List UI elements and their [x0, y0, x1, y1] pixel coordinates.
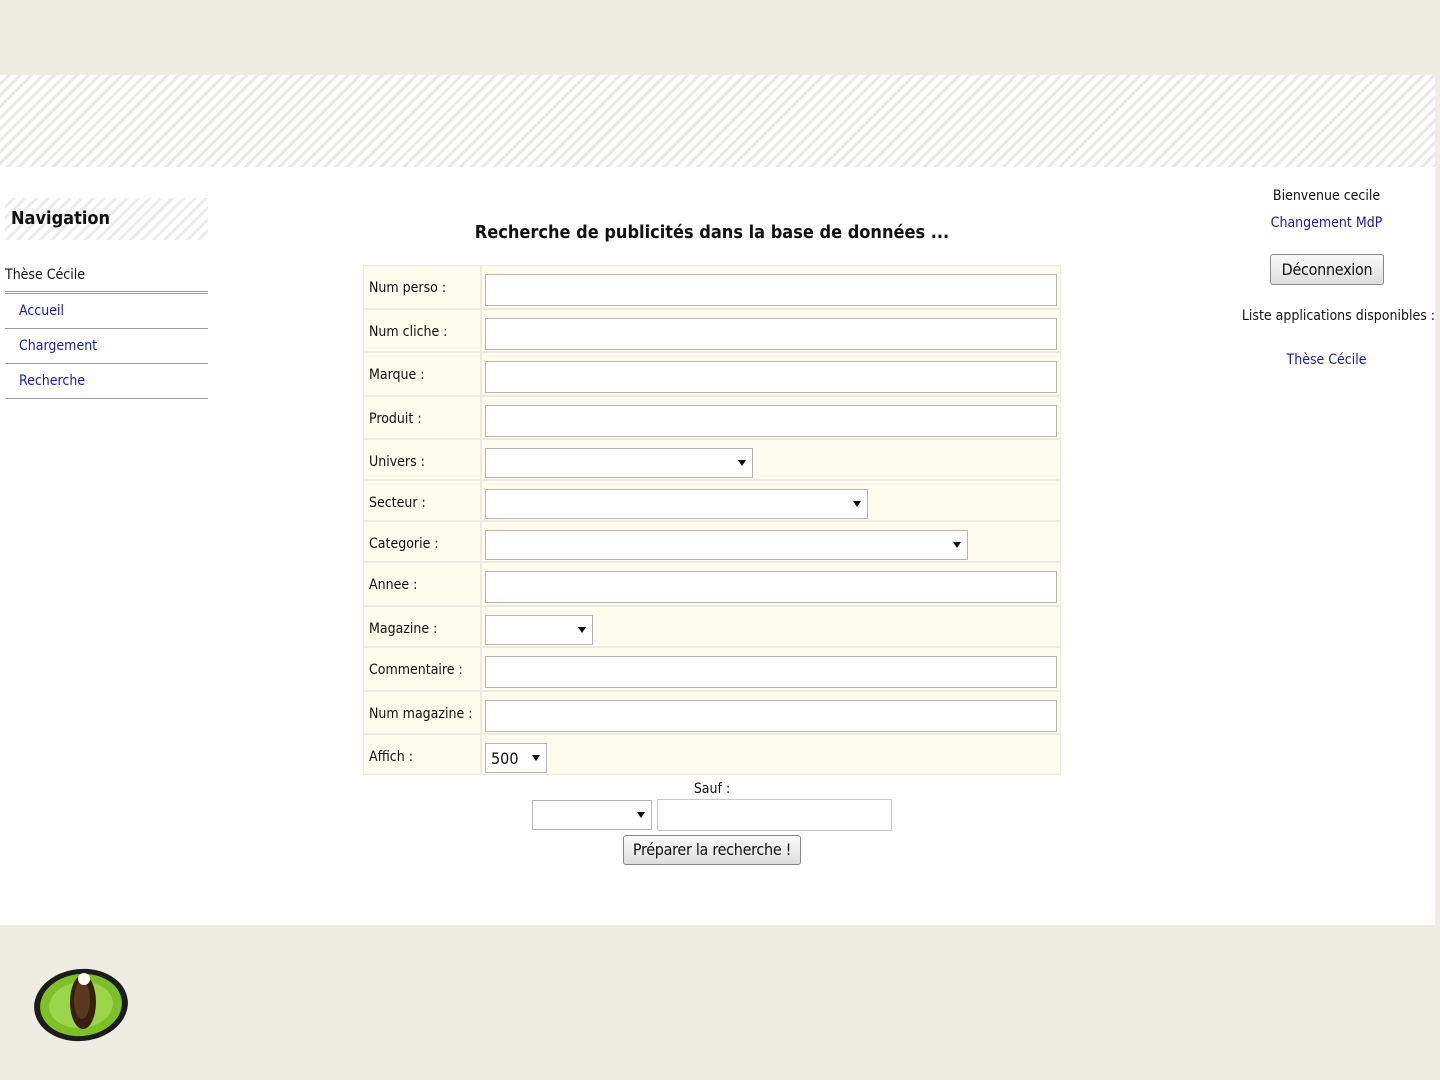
app-link-these-cecile[interactable]: Thèse Cécile: [1218, 352, 1435, 368]
affich-label: Affich :: [363, 734, 481, 775]
prepare-search-button[interactable]: Préparer la recherche !: [623, 835, 801, 865]
green-eye-icon: [30, 964, 130, 1050]
univers-select[interactable]: [485, 448, 753, 478]
secteur-select[interactable]: [485, 489, 868, 519]
chevron-down-icon: [853, 501, 861, 507]
commentaire-input[interactable]: [485, 656, 1057, 688]
chevron-down-icon: [532, 755, 540, 761]
sidebar-item-accueil[interactable]: Accueil: [5, 294, 208, 329]
magazine-select[interactable]: [485, 615, 593, 645]
sidebar-nav: Accueil Chargement Recherche: [5, 291, 208, 399]
sidebar-item-chargement[interactable]: Chargement: [5, 329, 208, 364]
annee-label: Annee :: [363, 562, 481, 606]
categorie-select[interactable]: [485, 530, 968, 560]
num-magazine-label: Num magazine :: [363, 691, 481, 734]
welcome-text: Bienvenue cecile: [1272, 188, 1381, 204]
marque-label: Marque :: [363, 352, 481, 396]
sidebar-group-label: Thèse Cécile: [5, 267, 85, 283]
chevron-down-icon: [637, 812, 645, 818]
sidebar-item-recherche[interactable]: Recherche: [5, 364, 208, 399]
sauf-label: Sauf :: [693, 781, 731, 797]
num-magazine-input[interactable]: [485, 700, 1057, 732]
num-cliche-input[interactable]: [485, 318, 1057, 350]
apps-list-label: Liste applications disponibles :: [1241, 308, 1435, 324]
change-password-link[interactable]: Changement MdP: [1218, 215, 1435, 231]
secteur-label: Secteur :: [363, 480, 481, 521]
annee-input[interactable]: [485, 571, 1057, 603]
search-form: Num perso : Num cliche : Marque : Produi…: [363, 265, 1061, 775]
affich-select-value: 500: [491, 749, 519, 768]
categorie-label: Categorie :: [363, 521, 481, 562]
produit-label: Produit :: [363, 396, 481, 439]
produit-input[interactable]: [485, 405, 1057, 437]
sauf-select[interactable]: [532, 800, 652, 830]
main-panel: Navigation Thèse Cécile Accueil Chargeme…: [0, 167, 1435, 925]
magazine-label: Magazine :: [363, 606, 481, 647]
univers-label: Univers :: [363, 439, 481, 480]
logout-button[interactable]: Déconnexion: [1270, 254, 1384, 285]
chevron-down-icon: [578, 627, 586, 633]
chevron-down-icon: [738, 460, 746, 466]
marque-input[interactable]: [485, 361, 1057, 393]
affich-select[interactable]: 500: [485, 743, 547, 773]
num-perso-input[interactable]: [485, 274, 1057, 306]
num-cliche-label: Num cliche :: [363, 309, 481, 352]
sauf-input[interactable]: [657, 799, 892, 831]
chevron-down-icon: [953, 542, 961, 548]
commentaire-label: Commentaire :: [363, 647, 481, 691]
header-banner: [0, 75, 1435, 167]
page-title: Recherche de publicités dans la base de …: [474, 222, 950, 243]
num-perso-label: Num perso :: [363, 265, 481, 309]
sidebar-title: Navigation: [5, 198, 208, 240]
